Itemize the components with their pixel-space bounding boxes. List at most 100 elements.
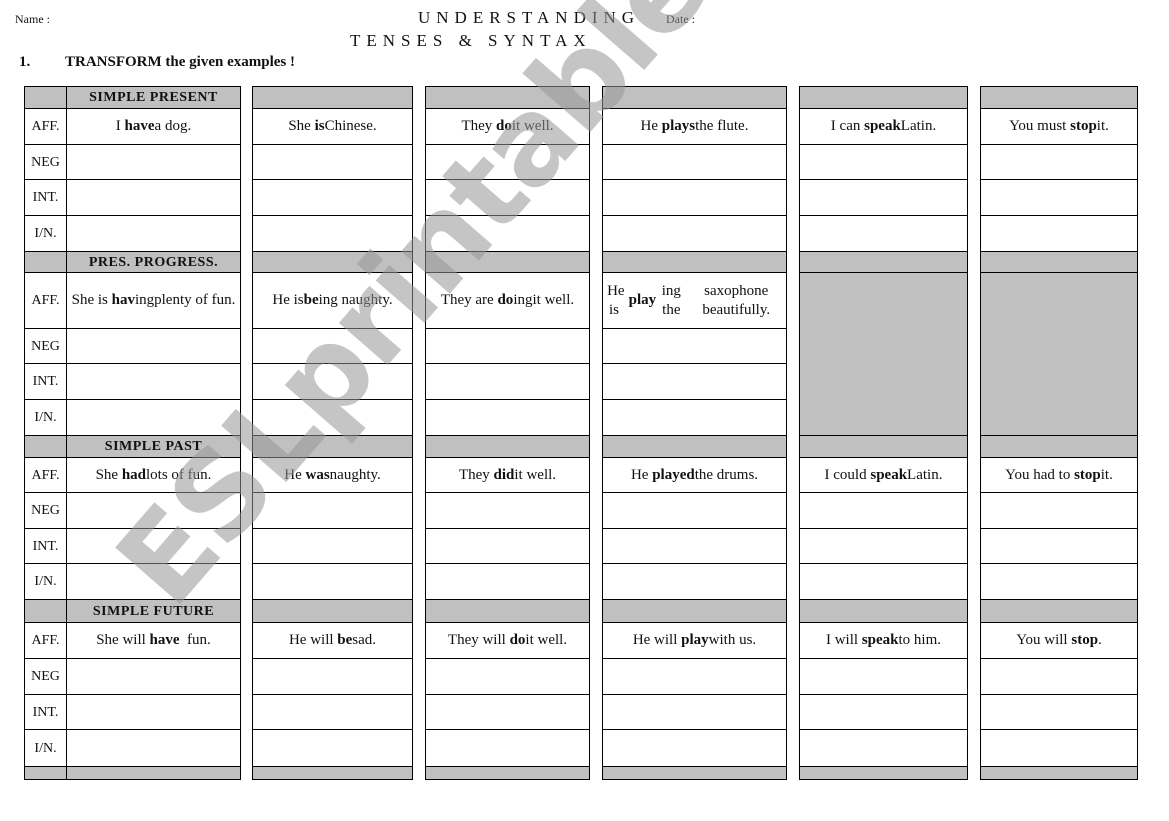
answer-field[interactable] xyxy=(800,695,967,729)
answer-field[interactable] xyxy=(603,493,786,528)
sentence-text: You must xyxy=(1009,118,1071,134)
answer-field[interactable] xyxy=(253,564,412,599)
sentence-text: They xyxy=(458,466,494,483)
answer-field[interactable] xyxy=(981,145,1137,179)
answer-field[interactable] xyxy=(981,529,1137,563)
answer-field[interactable] xyxy=(67,564,240,599)
answer-field[interactable] xyxy=(67,730,240,766)
answer-field[interactable] xyxy=(67,364,240,399)
answer-field[interactable] xyxy=(253,400,412,435)
answer-row xyxy=(603,492,786,528)
answer-row xyxy=(253,528,412,563)
answer-field[interactable] xyxy=(67,695,240,729)
answer-field[interactable] xyxy=(603,529,786,563)
answer-field[interactable] xyxy=(603,695,786,729)
answer-field[interactable] xyxy=(426,529,589,563)
example-sentence: She is Chinese. xyxy=(253,109,412,144)
answer-field[interactable] xyxy=(603,216,786,251)
answer-field[interactable] xyxy=(603,364,786,399)
answer-row xyxy=(426,729,589,766)
answer-field[interactable] xyxy=(603,564,786,599)
answer-field[interactable] xyxy=(981,695,1137,729)
answer-row xyxy=(603,729,786,766)
answer-field[interactable] xyxy=(426,329,589,363)
answer-field[interactable] xyxy=(603,659,786,694)
sentence-text: I will xyxy=(825,632,862,648)
answer-field[interactable] xyxy=(253,493,412,528)
answer-row xyxy=(426,563,589,599)
answer-row xyxy=(253,328,412,363)
section-header-row xyxy=(800,599,967,622)
answer-field[interactable] xyxy=(981,216,1137,251)
answer-field[interactable] xyxy=(426,493,589,528)
footer-row xyxy=(800,766,967,779)
answer-field[interactable] xyxy=(67,329,240,363)
highlighted-verb: have xyxy=(149,632,180,648)
answer-field[interactable] xyxy=(67,400,240,435)
section-header-row xyxy=(603,435,786,457)
answer-field[interactable] xyxy=(800,564,967,599)
answer-row xyxy=(981,179,1137,215)
highlighted-verb: be xyxy=(303,292,319,308)
answer-field[interactable] xyxy=(253,180,412,215)
answer-field[interactable] xyxy=(67,659,240,694)
answer-row xyxy=(981,563,1137,599)
answer-field[interactable] xyxy=(426,695,589,729)
answer-field[interactable] xyxy=(253,145,412,179)
answer-field[interactable] xyxy=(981,730,1137,766)
example-sentence: He will be sad. xyxy=(253,623,412,658)
answer-field[interactable] xyxy=(426,216,589,251)
answer-field[interactable] xyxy=(253,216,412,251)
answer-field[interactable] xyxy=(426,659,589,694)
answer-field[interactable] xyxy=(426,400,589,435)
answer-field[interactable] xyxy=(800,730,967,766)
answer-row xyxy=(603,399,786,435)
answer-field[interactable] xyxy=(253,329,412,363)
answer-field[interactable] xyxy=(981,659,1137,694)
answer-field[interactable] xyxy=(67,216,240,251)
example-row: They do it well. xyxy=(426,108,589,144)
answer-field[interactable] xyxy=(67,145,240,179)
answer-field[interactable] xyxy=(253,659,412,694)
answer-field[interactable] xyxy=(800,529,967,563)
answer-field[interactable] xyxy=(253,364,412,399)
answer-field[interactable] xyxy=(981,180,1137,215)
answer-field[interactable] xyxy=(426,180,589,215)
date-label: Date : xyxy=(666,12,695,26)
answer-field[interactable] xyxy=(253,695,412,729)
answer-field[interactable] xyxy=(800,493,967,528)
section-title: SIMPLE PRESENT xyxy=(89,90,218,105)
answer-field[interactable] xyxy=(67,180,240,215)
highlighted-verb: speak xyxy=(864,118,901,134)
answer-field[interactable] xyxy=(426,145,589,179)
answer-field[interactable] xyxy=(253,529,412,563)
answer-field[interactable] xyxy=(800,216,967,251)
example-row: They are do ing it well. xyxy=(426,272,589,328)
answer-field[interactable] xyxy=(800,145,967,179)
answer-field[interactable] xyxy=(603,730,786,766)
example-row: You must stop it. xyxy=(981,108,1137,144)
answer-field[interactable] xyxy=(67,529,240,563)
answer-field[interactable] xyxy=(800,180,967,215)
row-label: INT. xyxy=(25,695,67,729)
row-label: I/N. xyxy=(25,564,67,599)
answer-field[interactable] xyxy=(603,400,786,435)
answer-field[interactable] xyxy=(426,364,589,399)
example-row: You had to stop it. xyxy=(981,457,1137,492)
answer-row xyxy=(603,363,786,399)
answer-field[interactable] xyxy=(800,659,967,694)
answer-field[interactable] xyxy=(981,493,1137,528)
example-sentence: I have a dog. xyxy=(67,109,240,144)
name-label: Name : xyxy=(15,12,50,26)
answer-field[interactable] xyxy=(426,564,589,599)
answer-field[interactable] xyxy=(426,730,589,766)
answer-field[interactable] xyxy=(603,145,786,179)
answer-field[interactable] xyxy=(67,493,240,528)
answer-field[interactable] xyxy=(603,180,786,215)
answer-row xyxy=(426,694,589,729)
answer-field[interactable] xyxy=(253,730,412,766)
example-row: AFF. She had lots of fun. xyxy=(25,457,240,492)
answer-row xyxy=(253,399,412,435)
answer-field[interactable] xyxy=(981,564,1137,599)
answer-field[interactable] xyxy=(603,329,786,363)
